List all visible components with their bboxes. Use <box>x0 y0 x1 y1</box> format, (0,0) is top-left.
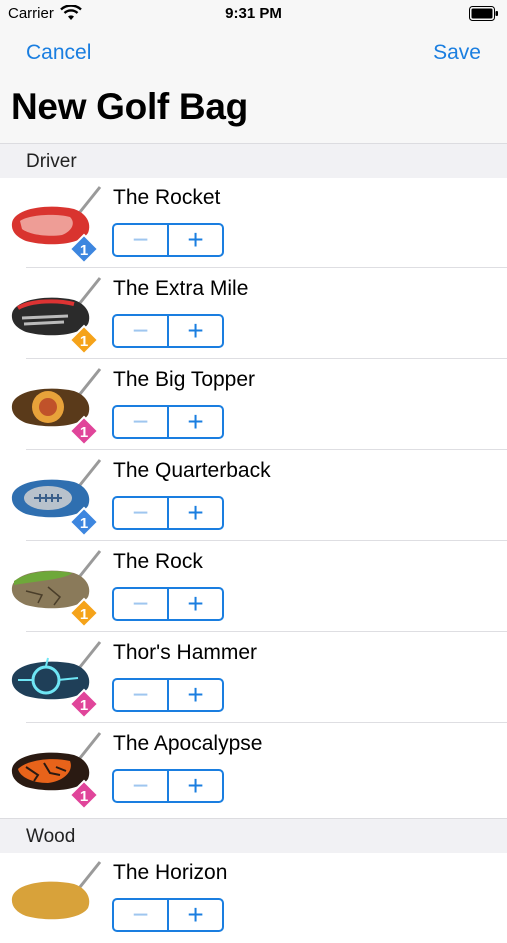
driver-club-image: 1 <box>11 186 102 265</box>
club-name: The Big Topper <box>113 368 256 391</box>
club-row-the-rock: 1 The Rock − + <box>0 541 507 632</box>
club-name: The Rocket <box>113 186 221 209</box>
increment-button[interactable]: + <box>169 315 222 346</box>
level-badge-text: 1 <box>80 515 88 532</box>
level-badge-text: 1 <box>80 788 88 805</box>
driver-club-image: 1 <box>11 732 102 811</box>
quantity-stepper: − + <box>112 223 224 257</box>
decrement-button[interactable]: − <box>114 497 169 528</box>
status-bar: Carrier 9:31 PM <box>0 0 507 28</box>
club-row-the-rocket: 1 The Rocket − + <box>0 177 507 268</box>
increment-button[interactable]: + <box>169 679 222 710</box>
decrement-button[interactable]: − <box>114 315 169 346</box>
section-header-driver: Driver <box>0 143 507 178</box>
navigation-bar: Cancel Save New Golf Bag <box>0 28 507 144</box>
quantity-stepper: − + <box>112 587 224 621</box>
club-name: The Rock <box>113 550 203 573</box>
decrement-button[interactable]: − <box>114 406 169 437</box>
decrement-button[interactable]: − <box>114 679 169 710</box>
driver-club-image: 1 <box>11 459 102 538</box>
driver-club-image: 1 <box>11 641 102 720</box>
battery-icon <box>469 6 498 21</box>
increment-button[interactable]: + <box>169 588 222 619</box>
club-name: The Horizon <box>113 861 228 884</box>
quantity-stepper: − + <box>112 769 224 803</box>
section-title-driver: Driver <box>26 151 77 172</box>
section-title-wood: Wood <box>26 826 76 847</box>
level-badge-text: 1 <box>80 606 88 623</box>
increment-button[interactable]: + <box>169 224 222 255</box>
section-header-wood: Wood <box>0 818 507 853</box>
quantity-stepper: − + <box>112 496 224 530</box>
quantity-stepper: − + <box>112 314 224 348</box>
level-badge-text: 1 <box>80 424 88 441</box>
increment-button[interactable]: + <box>169 406 222 437</box>
club-row-the-extra-mile: 1 The Extra Mile − + <box>0 268 507 359</box>
save-button[interactable]: Save <box>433 41 481 65</box>
club-name: The Apocalypse <box>113 732 263 755</box>
cancel-button[interactable]: Cancel <box>26 41 91 65</box>
decrement-button[interactable]: − <box>114 770 169 801</box>
club-row-the-apocalypse: 1 The Apocalypse − + <box>0 723 507 814</box>
decrement-button[interactable]: − <box>114 224 169 255</box>
club-name: The Extra Mile <box>113 277 249 300</box>
club-row-the-big-topper: 1 The Big Topper − + <box>0 359 507 450</box>
club-row-thors-hammer: 1 Thor's Hammer − + <box>0 632 507 723</box>
increment-button[interactable]: + <box>169 770 222 801</box>
status-time: 9:31 PM <box>225 5 282 22</box>
decrement-button[interactable]: − <box>114 899 169 930</box>
driver-club-image: 1 <box>11 368 102 447</box>
level-badge-text: 1 <box>80 242 88 259</box>
driver-club-image: 1 <box>11 277 102 356</box>
quantity-stepper: − + <box>112 898 224 932</box>
level-badge-text: 1 <box>80 333 88 350</box>
level-badge-text: 1 <box>80 697 88 714</box>
club-row-the-quarterback: 1 The Quarterback − + <box>0 450 507 541</box>
quantity-stepper: − + <box>112 678 224 712</box>
club-name: Thor's Hammer <box>113 641 258 664</box>
decrement-button[interactable]: − <box>114 588 169 619</box>
increment-button[interactable]: + <box>169 899 222 930</box>
quantity-stepper: − + <box>112 405 224 439</box>
page-title: New Golf Bag <box>11 86 248 127</box>
driver-club-image: 1 <box>11 550 102 629</box>
wood-club-image <box>11 861 102 920</box>
club-row-the-horizon: The Horizon − + <box>0 852 507 943</box>
increment-button[interactable]: + <box>169 497 222 528</box>
club-name: The Quarterback <box>113 459 271 482</box>
